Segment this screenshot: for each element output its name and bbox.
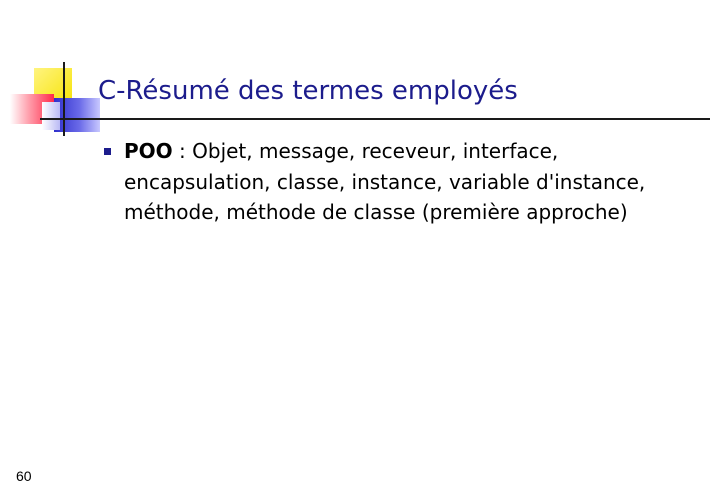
bullet-text: : Objet, message, receveur, interface, e… <box>124 139 646 224</box>
list-item: POO : Objet, message, receveur, interfac… <box>104 136 664 228</box>
logo-vertical-line <box>63 62 65 136</box>
page-number: 60 <box>16 468 32 484</box>
bullet-square-icon <box>104 148 111 155</box>
title-underline <box>40 118 710 120</box>
logo-blue-square <box>54 98 100 132</box>
slide-title: C-Résumé des termes employés <box>98 76 518 106</box>
slide: C-Résumé des termes employés POO : Objet… <box>0 0 720 498</box>
bullet-list: POO : Objet, message, receveur, interfac… <box>104 136 664 228</box>
bullet-term: POO <box>124 139 173 163</box>
logo-blue-highlight <box>42 102 60 130</box>
